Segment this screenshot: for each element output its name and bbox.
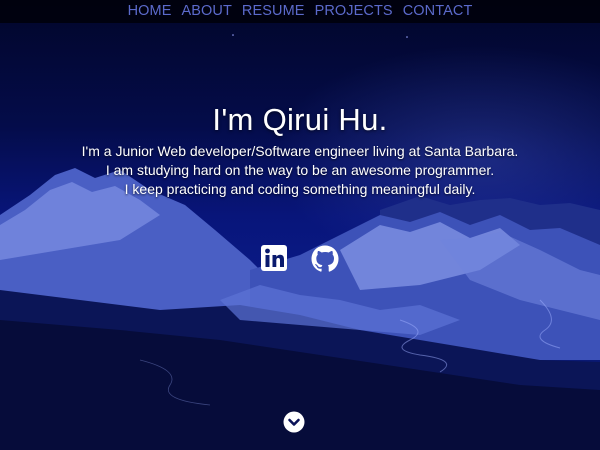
nav-link-home[interactable]: HOME xyxy=(128,0,172,23)
nav-link-projects[interactable]: PROJECTS xyxy=(315,0,393,23)
github-link[interactable] xyxy=(310,244,340,274)
nav-link-contact[interactable]: CONTACT xyxy=(403,0,473,23)
hero-description-line-2: I am studying hard on the way to be an a… xyxy=(105,162,495,178)
top-navigation-bar: HOME ABOUT RESUME PROJECTS CONTACT xyxy=(0,0,600,23)
hero-section: I'm Qirui Hu. I'm a Junior Web developer… xyxy=(0,98,600,199)
chevron-down-circle-icon xyxy=(283,411,305,433)
nav-link-about[interactable]: ABOUT xyxy=(181,0,231,23)
hero-description-line-3: I keep practicing and coding something m… xyxy=(124,181,476,197)
hero-title: I'm Qirui Hu. xyxy=(212,102,388,137)
github-icon xyxy=(311,245,339,272)
linkedin-link[interactable] xyxy=(260,244,290,274)
mountain-background-image xyxy=(0,34,600,450)
nav-link-resume[interactable]: RESUME xyxy=(242,0,305,23)
social-links xyxy=(0,244,600,274)
home-page: HOME ABOUT RESUME PROJECTS CONTACT I'm Q… xyxy=(0,0,600,450)
linkedin-icon xyxy=(261,245,287,271)
scroll-down-button[interactable] xyxy=(283,411,305,433)
hero-description-line-1: I'm a Junior Web developer/Software engi… xyxy=(81,143,519,159)
